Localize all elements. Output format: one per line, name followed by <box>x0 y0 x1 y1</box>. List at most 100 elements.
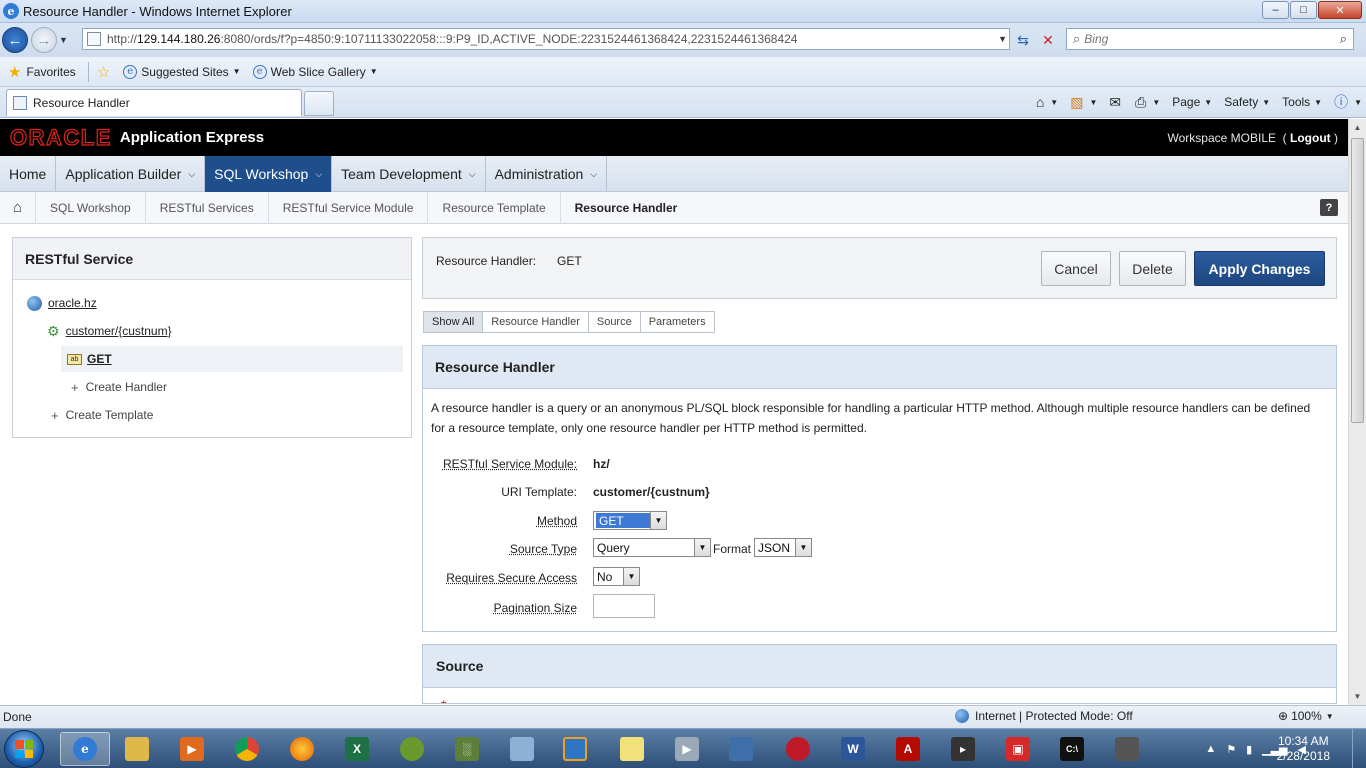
taskbar-document-app[interactable] <box>497 732 547 766</box>
flag-icon[interactable]: ⚑ <box>1226 743 1236 756</box>
taskbar-database[interactable]: ▶ <box>662 732 712 766</box>
search-icon[interactable]: ⌕ <box>1340 31 1347 47</box>
main-nav: Home Application Builder ⌵ SQL Workshop ⌵ … <box>0 156 1348 192</box>
create-handler-link[interactable]: + Create Handler <box>71 374 167 400</box>
scroll-up-icon[interactable]: ▲ <box>1349 119 1366 136</box>
pagination-size-input[interactable] <box>593 594 655 618</box>
favorites-button[interactable]: ★ Favorites <box>8 63 76 81</box>
product-name: Application Express <box>119 129 265 146</box>
taskbar-virtualbox[interactable] <box>550 732 600 766</box>
tab-show-all[interactable]: Show All <box>423 311 484 333</box>
tray-expand-icon[interactable]: ▲ <box>1205 743 1216 755</box>
back-button[interactable]: ← <box>2 27 28 53</box>
taskbar-firewall[interactable]: ▣ <box>993 732 1043 766</box>
browser-tab-resource-handler[interactable]: Resource Handler <box>6 89 302 116</box>
taskbar-terminal-app[interactable]: ▸ <box>938 732 988 766</box>
taskbar-network[interactable] <box>716 732 766 766</box>
taskbar-excel[interactable]: X <box>332 732 382 766</box>
forward-button[interactable]: → <box>31 27 57 53</box>
secure-access-select[interactable]: No ▼ <box>593 567 640 586</box>
read-mail-button[interactable]: ✉ <box>1109 94 1123 111</box>
breadcrumb-restful-services[interactable]: RESTful Services <box>146 191 269 224</box>
add-favorites-icon[interactable]: ☆ <box>97 63 115 81</box>
taskbar-command-prompt[interactable]: C:\ <box>1047 732 1097 766</box>
search-box[interactable]: ⌕ ⌕ <box>1066 28 1354 50</box>
address-bar[interactable]: http://129.144.180.26:8080/ords/f?p=4850… <box>82 28 1010 50</box>
show-desktop-button[interactable] <box>1352 729 1366 768</box>
address-dropdown-icon[interactable]: ▼ <box>998 34 1007 44</box>
cancel-button[interactable]: Cancel <box>1041 251 1111 286</box>
tab-resource-handler[interactable]: Resource Handler <box>482 311 589 333</box>
home-icon[interactable]: ⌂ <box>0 191 36 224</box>
taskbar-word[interactable]: W <box>828 732 878 766</box>
nav-administration[interactable]: Administration ⌵ <box>486 156 608 192</box>
taskbar-notes[interactable] <box>607 732 657 766</box>
tools-menu[interactable]: Tools ▼ <box>1282 95 1322 109</box>
delete-button[interactable]: Delete <box>1119 251 1186 286</box>
search-input[interactable] <box>1084 32 1325 46</box>
suggested-sites-link[interactable]: e Suggested Sites ▼ <box>123 64 241 79</box>
home-button[interactable]: ⌂ ▼ <box>1036 94 1058 110</box>
home-icon: ⌂ <box>1035 94 1045 110</box>
recent-pages-dropdown[interactable]: ▼ <box>59 35 73 45</box>
minimize-button[interactable]: – <box>1262 1 1289 19</box>
breadcrumb-restful-service-module[interactable]: RESTful Service Module <box>269 191 429 224</box>
tree-node-template[interactable]: ⚙ customer/{custnum} <box>47 318 172 344</box>
create-template-link[interactable]: + Create Template <box>51 402 153 428</box>
taskbar-acrobat[interactable]: A <box>883 732 933 766</box>
taskbar-frog-app[interactable] <box>387 732 437 766</box>
print-button[interactable]: ⎙ ▼ <box>1135 94 1160 111</box>
ie-page-icon: e <box>123 64 138 79</box>
clock[interactable]: 10:34 AM 2/28/2018 <box>1277 734 1330 764</box>
chevron-down-icon: ⌵ <box>590 168 598 179</box>
taskbar-explorer[interactable] <box>112 732 162 766</box>
nav-home[interactable]: Home <box>0 156 57 192</box>
tree-node-module[interactable]: oracle.hz <box>27 290 97 316</box>
scroll-thumb[interactable] <box>1351 138 1364 423</box>
taskbar-remote[interactable] <box>1102 732 1152 766</box>
stop-icon[interactable]: ✕ <box>1038 30 1058 50</box>
tab-source[interactable]: Source <box>587 311 641 333</box>
breadcrumb-resource-template[interactable]: Resource Template <box>428 191 561 224</box>
taskbar-firefox[interactable] <box>277 732 327 766</box>
close-window-button[interactable]: ✕ <box>1318 1 1362 19</box>
nav-application-builder[interactable]: Application Builder ⌵ <box>56 156 206 192</box>
vertical-scrollbar[interactable]: ▲ ▼ <box>1348 119 1366 705</box>
breadcrumb-sql-workshop[interactable]: SQL Workshop <box>36 191 146 224</box>
panel-title: RESTful Service <box>13 238 411 280</box>
nav-sql-workshop[interactable]: SQL Workshop ⌵ <box>205 156 333 192</box>
feeds-button[interactable]: ▧ ▼ <box>1070 94 1097 111</box>
apply-changes-button[interactable]: Apply Changes <box>1194 251 1325 286</box>
tree-node-handler[interactable]: ab GET <box>61 346 403 372</box>
taskbar-media-player[interactable]: ▶ <box>167 732 217 766</box>
shield-icon: ▣ <box>1006 737 1030 761</box>
source-region: Source * <box>422 644 1337 704</box>
source-region-title: Source <box>423 645 1336 688</box>
page-menu[interactable]: Page ▼ <box>1172 95 1212 109</box>
start-button[interactable] <box>4 730 44 768</box>
method-label: Method <box>536 514 577 528</box>
refresh-icon[interactable]: ⇆ <box>1013 30 1033 50</box>
format-select[interactable]: JSON ▼ <box>754 538 812 557</box>
security-zone[interactable]: Internet | Protected Mode: Off <box>955 709 1133 723</box>
zoom-level[interactable]: ⊕ 100% ▼ <box>1278 709 1334 723</box>
taskbar-cherry[interactable] <box>773 732 823 766</box>
help-icon[interactable]: ? <box>1320 199 1338 216</box>
nav-team-development[interactable]: Team Development ⌵ <box>332 156 486 192</box>
new-tab-button[interactable] <box>304 91 334 116</box>
maximize-button[interactable]: □ <box>1290 1 1317 19</box>
scroll-down-icon[interactable]: ▼ <box>1349 688 1366 705</box>
logout-link[interactable]: Logout <box>1290 131 1331 145</box>
window-title-bar: e Resource Handler - Windows Internet Ex… <box>0 0 1366 23</box>
taskbar-internet-explorer[interactable]: e <box>60 732 110 766</box>
safety-menu[interactable]: Safety ▼ <box>1224 95 1270 109</box>
taskbar-chrome[interactable] <box>222 732 272 766</box>
tab-parameters[interactable]: Parameters <box>639 311 715 333</box>
method-select[interactable]: GET ▼ <box>593 511 667 530</box>
device-icon[interactable]: ▮ <box>1246 743 1252 756</box>
web-slice-gallery-link[interactable]: e Web Slice Gallery ▼ <box>252 64 378 79</box>
source-type-select[interactable]: Query ▼ <box>593 538 711 557</box>
tab-row: Resource Handler ⌂ ▼ ▧ ▼ ✉ ⎙ ▼ Page ▼ Safety… <box>0 87 1366 118</box>
taskbar-chart-app[interactable]: ░ <box>442 732 492 766</box>
help-menu[interactable]: ⓘ ▼ <box>1334 92 1362 112</box>
